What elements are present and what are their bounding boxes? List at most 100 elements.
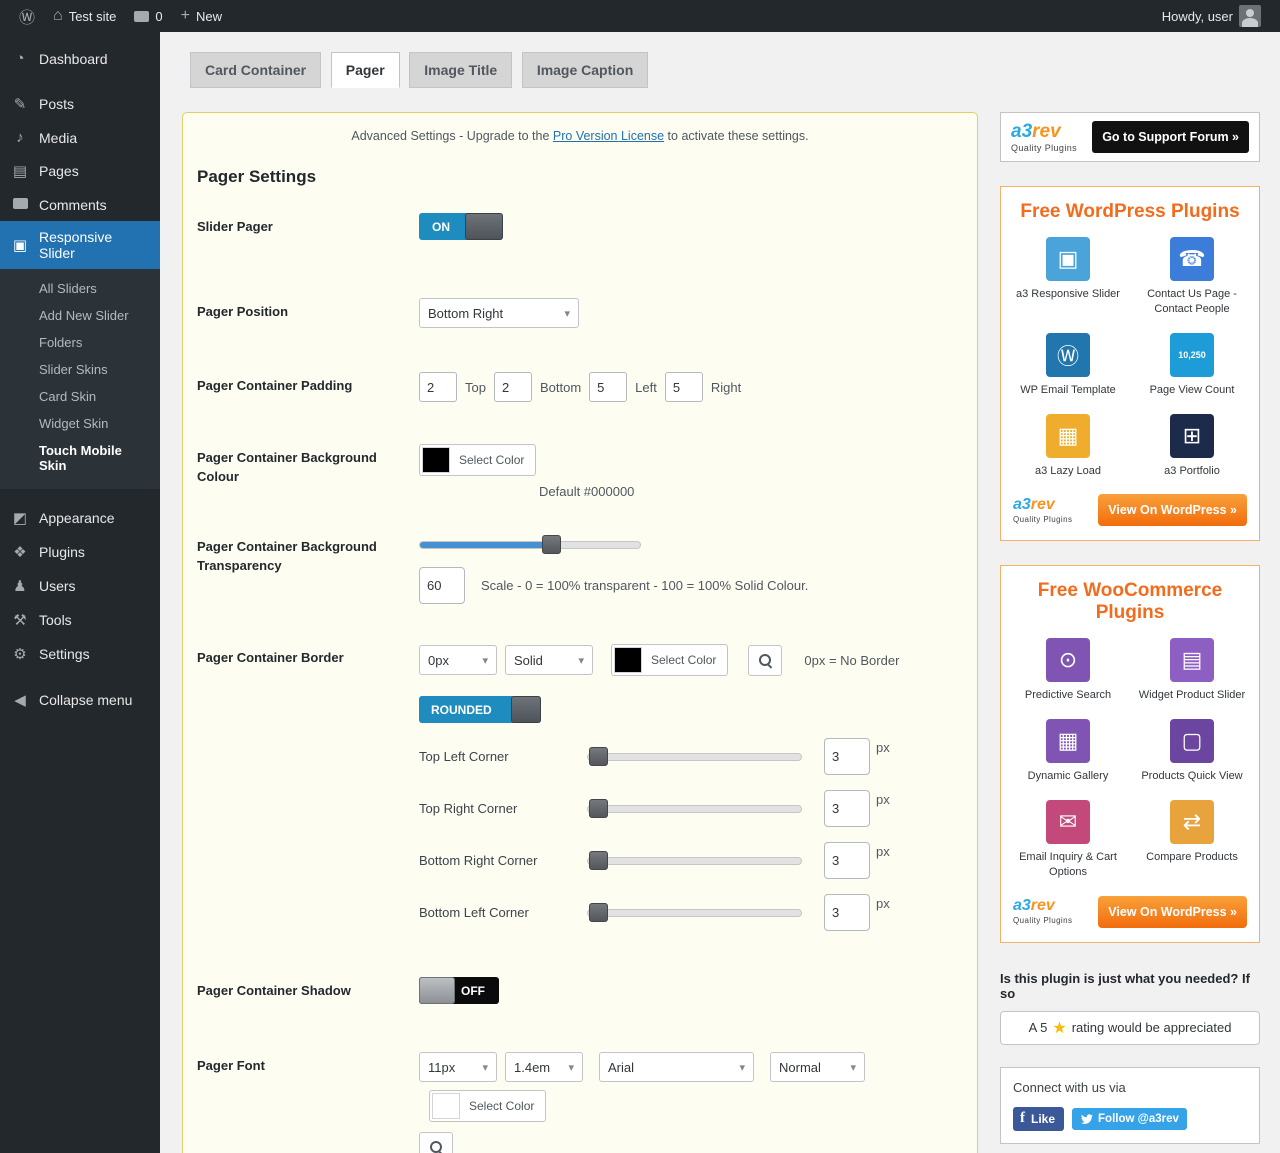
pager-padding-label: Pager Container Padding — [197, 372, 419, 402]
submenu-card-skin[interactable]: Card Skin — [0, 383, 160, 410]
slider-handle[interactable] — [542, 535, 561, 554]
pro-version-license-link[interactable]: Pro Version License — [553, 129, 664, 143]
media-icon: ♪ — [10, 129, 30, 146]
plugin-contact-us-page[interactable]: ☎ Contact Us Page - Contact People — [1137, 237, 1247, 317]
top-left-corner-input[interactable] — [824, 738, 870, 775]
sidebar-item-media[interactable]: ♪ Media — [0, 121, 160, 154]
view-on-wordpress-button[interactable]: View On WordPress » — [1098, 896, 1247, 928]
tab-image-caption[interactable]: Image Caption — [522, 52, 648, 88]
rounded-toggle[interactable]: ROUNDED — [419, 696, 541, 723]
border-style-select[interactable]: Solid ▾ — [505, 645, 593, 675]
transparency-slider[interactable] — [419, 541, 641, 549]
submenu-widget-skin[interactable]: Widget Skin — [0, 410, 160, 437]
border-preview-button[interactable] — [748, 645, 782, 676]
a3rev-logo: a3rev Quality Plugins — [1013, 497, 1072, 524]
padding-bottom-input[interactable] — [494, 372, 532, 402]
sidebar-item-dashboard[interactable]: ◔ Dashboard — [0, 42, 160, 75]
select-value: 11px — [428, 1060, 455, 1075]
predictive-search-icon: ⊙ — [1046, 638, 1090, 682]
gear-icon: ⚙ — [10, 645, 30, 663]
sidebar-item-posts[interactable]: ✎ Posts — [0, 87, 160, 121]
padding-right-input[interactable] — [665, 372, 703, 402]
font-colour-picker[interactable]: Select Color — [429, 1090, 546, 1122]
site-name-label: Test site — [69, 9, 117, 24]
sidebar-item-responsive-slider[interactable]: ▣ Responsive Slider — [0, 221, 160, 269]
submenu-add-new-slider[interactable]: Add New Slider — [0, 302, 160, 329]
sidebar-item-comments[interactable]: Comments — [0, 188, 160, 221]
sidebar-item-users[interactable]: ♟ Users — [0, 569, 160, 603]
bottom-right-corner-input[interactable] — [824, 842, 870, 879]
tab-pager[interactable]: Pager — [331, 52, 400, 88]
comments-menu[interactable]: 0 — [125, 0, 171, 32]
plugin-icon: ❖ — [10, 543, 30, 561]
user-icon: ♟ — [10, 577, 30, 595]
plugin-email-inquiry[interactable]: ✉ Email Inquiry & Cart Options — [1013, 800, 1123, 880]
select-color-label: Select Color — [450, 453, 533, 467]
plugin-wp-email-template[interactable]: Ⓦ WP Email Template — [1013, 333, 1123, 398]
top-left-corner-slider[interactable] — [587, 753, 802, 761]
font-family-select[interactable]: Arial ▾ — [599, 1052, 754, 1082]
tab-image-title[interactable]: Image Title — [409, 52, 512, 88]
border-width-select[interactable]: 0px ▾ — [419, 645, 497, 675]
site-name-menu[interactable]: ⌂ Test site — [44, 0, 125, 32]
submenu-folders[interactable]: Folders — [0, 329, 160, 356]
border-colour-picker[interactable]: Select Color — [611, 644, 728, 676]
transparency-input[interactable] — [419, 567, 465, 604]
submenu-all-sliders[interactable]: All Sliders — [0, 275, 160, 302]
font-weight-select[interactable]: Normal ▾ — [770, 1052, 865, 1082]
bottom-left-corner-input[interactable] — [824, 894, 870, 931]
bottom-right-corner-slider[interactable] — [587, 857, 802, 865]
slider-handle[interactable] — [589, 799, 608, 818]
rating-link[interactable]: A 5 ★ rating would be appreciated — [1000, 1011, 1260, 1045]
plugin-products-quick-view[interactable]: ▢ Products Quick View — [1137, 719, 1247, 784]
shadow-label: Pager Container Shadow — [197, 977, 419, 1004]
sidebar-item-tools[interactable]: ⚒ Tools — [0, 603, 160, 637]
new-content-menu[interactable]: + New — [172, 0, 231, 32]
panel-heading: Pager Settings — [197, 167, 963, 187]
top-right-corner-input[interactable] — [824, 790, 870, 827]
padding-left-input[interactable] — [589, 372, 627, 402]
upgrade-note: Advanced Settings - Upgrade to the Pro V… — [197, 129, 963, 143]
slider-pager-toggle[interactable]: ON — [419, 213, 503, 240]
sidebar-item-plugins[interactable]: ❖ Plugins — [0, 535, 160, 569]
top-right-corner-slider[interactable] — [587, 805, 802, 813]
sidebar-item-label: Users — [39, 578, 76, 594]
bg-colour-picker[interactable]: Select Color — [419, 444, 536, 476]
corner-row-top-left: Top Left Corner px — [419, 738, 963, 775]
submenu-slider-skins[interactable]: Slider Skins — [0, 356, 160, 383]
facebook-like-button[interactable]: f Like — [1013, 1107, 1064, 1131]
plugin-widget-product-slider[interactable]: ▤ Widget Product Slider — [1137, 638, 1247, 703]
sidebar-item-appearance[interactable]: ◩ Appearance — [0, 501, 160, 535]
bottom-left-corner-slider[interactable] — [587, 909, 802, 917]
font-preview-button[interactable] — [419, 1132, 453, 1153]
tab-card-container[interactable]: Card Container — [190, 52, 321, 88]
submenu-touch-mobile-skin[interactable]: Touch Mobile Skin — [0, 437, 160, 479]
pager-position-select[interactable]: Bottom Right ▾ — [419, 298, 579, 328]
slider-handle[interactable] — [589, 903, 608, 922]
sidebar-item-settings[interactable]: ⚙ Settings — [0, 637, 160, 671]
corner-label: Top Left Corner — [419, 749, 587, 764]
view-on-wordpress-button[interactable]: View On WordPress » — [1098, 494, 1247, 526]
slider-handle[interactable] — [589, 747, 608, 766]
padding-top-input[interactable] — [419, 372, 457, 402]
sidebar-item-pages[interactable]: ▤ Pages — [0, 154, 160, 188]
twitter-follow-button[interactable]: Follow @a3rev — [1072, 1108, 1187, 1130]
font-size-select[interactable]: 11px ▾ — [419, 1052, 497, 1082]
shadow-toggle[interactable]: OFF — [419, 977, 499, 1004]
collapse-menu-button[interactable]: ◀ Collapse menu — [0, 683, 160, 717]
plugin-dynamic-gallery[interactable]: ▦ Dynamic Gallery — [1013, 719, 1123, 784]
plugin-compare-products[interactable]: ⇄ Compare Products — [1137, 800, 1247, 880]
plugin-page-view-count[interactable]: 10,250 Page View Count — [1137, 333, 1247, 398]
plugin-a3-lazy-load[interactable]: ▦ a3 Lazy Load — [1013, 414, 1123, 479]
corner-unit: px — [876, 740, 890, 755]
admin-sidebar: ◔ Dashboard ✎ Posts ♪ Media ▤ Pages Comm… — [0, 32, 160, 1153]
slider-handle[interactable] — [589, 851, 608, 870]
support-forum-button[interactable]: Go to Support Forum » — [1092, 121, 1249, 153]
wp-logo-menu[interactable]: Ⓦ — [10, 0, 44, 32]
plugin-a3-responsive-slider[interactable]: ▣ a3 Responsive Slider — [1013, 237, 1123, 317]
plugin-predictive-search[interactable]: ⊙ Predictive Search — [1013, 638, 1123, 703]
account-menu[interactable]: Howdy, user — [1153, 0, 1270, 32]
corner-row-bottom-left: Bottom Left Corner px — [419, 894, 963, 931]
plugin-a3-portfolio[interactable]: ⊞ a3 Portfolio — [1137, 414, 1247, 479]
line-height-select[interactable]: 1.4em ▾ — [505, 1052, 583, 1082]
